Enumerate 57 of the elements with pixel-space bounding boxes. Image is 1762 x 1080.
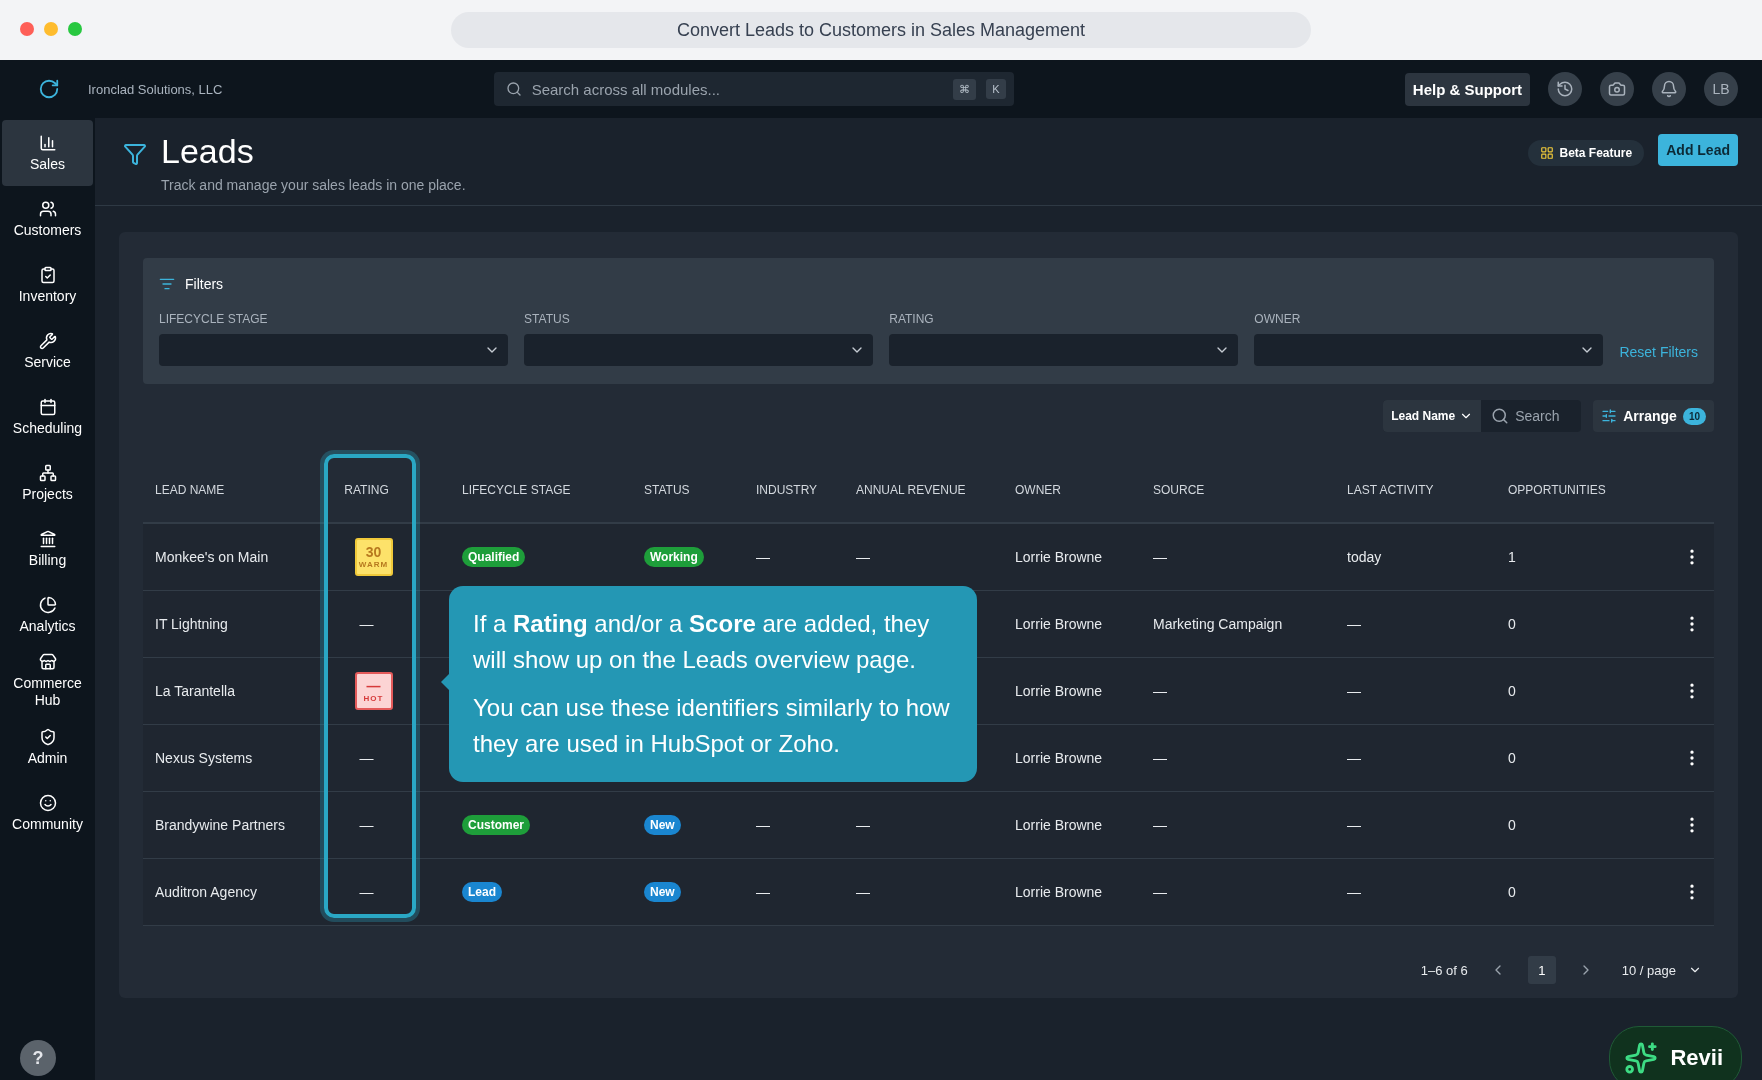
owner-name: Lorrie Browne <box>1015 884 1103 900</box>
stage-tag: Qualified <box>462 547 526 567</box>
count-badge: 10 <box>1682 407 1706 425</box>
table-cell: — <box>1153 750 1167 766</box>
table-cell: 0 <box>1508 817 1516 833</box>
shortcut-key: K <box>986 79 1006 99</box>
rating-badge: — HOT <box>354 672 393 710</box>
page-title: Leads <box>161 132 255 171</box>
filter-label: OWNER <box>1254 312 1302 326</box>
tooltip-text: You can use these identifiers similarly to how they are used in HubSpot or Zoho. <box>473 693 951 759</box>
company-name: Ironclad Solutions, LLC <box>88 81 223 97</box>
rating-value: — <box>359 884 374 900</box>
table-cell: — <box>1347 817 1361 833</box>
window-title: Convert Leads to Customers in Sales Management <box>451 12 1311 48</box>
status-tag: New <box>644 815 681 835</box>
owner-name: Lorrie Browne <box>1015 549 1103 565</box>
table-cell: — <box>856 884 870 900</box>
page-subtitle: Track and manage your sales leads in one place. <box>161 177 466 193</box>
rating-value: — <box>359 750 374 766</box>
filter-label: STATUS <box>524 312 571 326</box>
stage-tag: Lead <box>462 882 502 902</box>
table-cell: 0 <box>1508 683 1516 699</box>
status-tag: Working <box>644 547 704 567</box>
filter-label: LIFECYCLE STAGE <box>159 312 269 326</box>
table-cell: — <box>756 549 770 565</box>
filters-title: Filters <box>185 276 224 292</box>
table-cell: — <box>1347 616 1361 632</box>
rating-value: — <box>359 817 374 833</box>
table-cell: — <box>1347 750 1361 766</box>
page-range: 1–6 of 6 <box>1420 962 1468 978</box>
owner-name: Lorrie Browne <box>1015 683 1103 699</box>
table-cell: — <box>856 817 870 833</box>
table-cell: — <box>1153 549 1167 565</box>
rating-value: — <box>359 616 374 632</box>
table-cell: — <box>1347 683 1361 699</box>
owner-name: Lorrie Browne <box>1015 616 1103 632</box>
rating-badge: 30 WARM <box>354 538 393 576</box>
filter-label: RATING <box>889 312 935 326</box>
owner-name: Lorrie Browne <box>1015 750 1103 766</box>
table-cell: — <box>1153 683 1167 699</box>
table-cell: 0 <box>1508 616 1516 632</box>
table-cell: — <box>756 884 770 900</box>
table-cell: — <box>1153 884 1167 900</box>
status-tag: New <box>644 882 681 902</box>
table-cell: — <box>1153 817 1167 833</box>
table-cell: — <box>1347 884 1361 900</box>
stage-tag: Customer <box>462 815 530 835</box>
table-cell: Marketing Campaign <box>1153 616 1283 632</box>
table-cell: 1 <box>1508 549 1516 565</box>
table-cell: 0 <box>1508 884 1516 900</box>
table-cell: — <box>756 817 770 833</box>
tooltip-text: If a Rating and/or a Score are added, they will show up on the Leads overview page. <box>473 609 931 675</box>
table-cell: today <box>1347 549 1382 565</box>
shortcut-key: ⌘ <box>953 78 977 100</box>
owner-name: Lorrie Browne <box>1015 817 1103 833</box>
table-cell: — <box>856 549 870 565</box>
table-cell: 0 <box>1508 750 1516 766</box>
